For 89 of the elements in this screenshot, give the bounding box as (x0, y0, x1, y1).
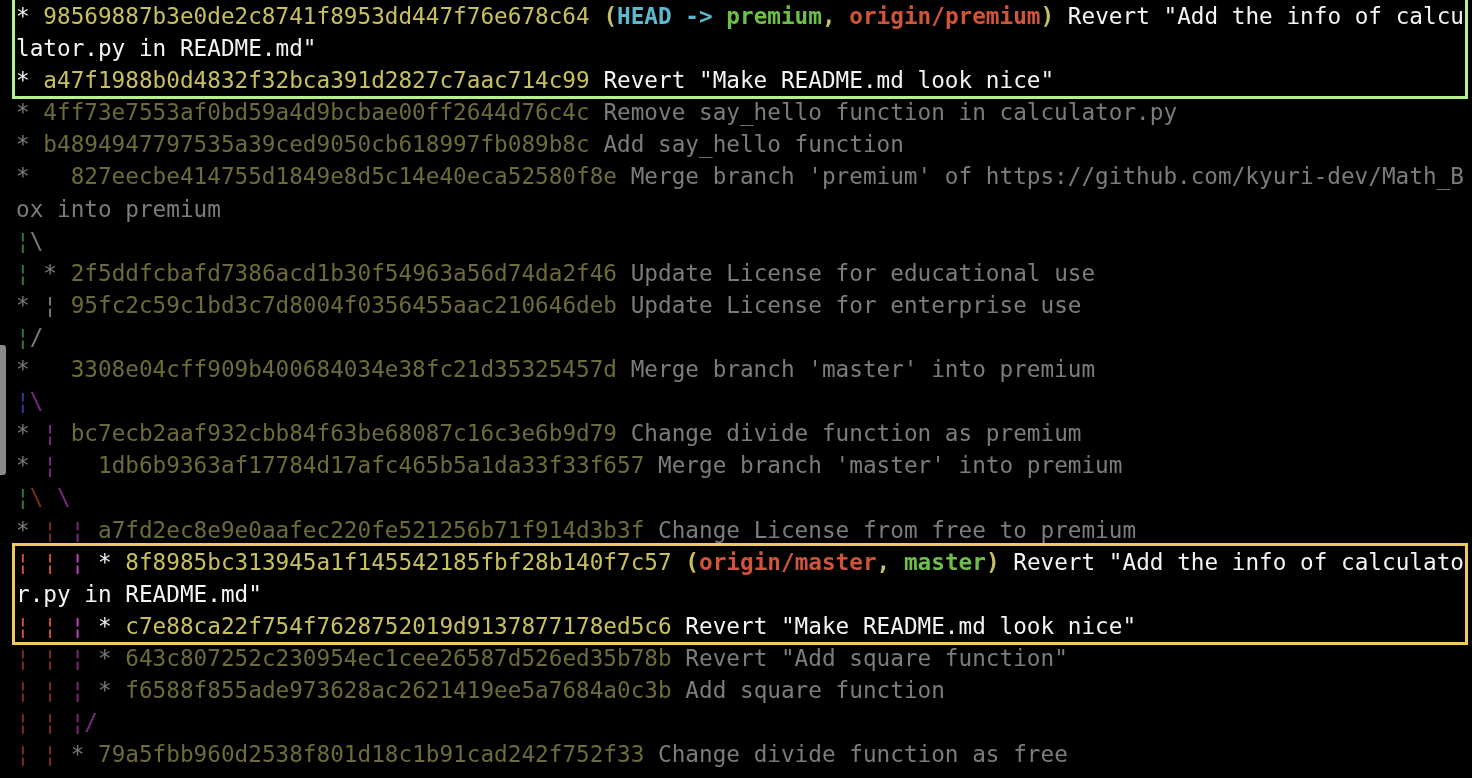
commit-hash: b4894947797535a39ced9050cb618997fb089b8c (43, 131, 590, 158)
commit-message: Update License for enterprise use (630, 291, 1082, 318)
graph-line: * (43, 259, 58, 286)
commit-hash: 1db6b9363af17784d17afc465b5a1da33f33f657 (97, 452, 645, 479)
graph-line: * (97, 612, 113, 639)
commit-hash: 643c807252c230954ec1cee26587d526ed35b78b (125, 644, 672, 671)
branch-ref: ( (685, 548, 699, 575)
branch-ref: ) (985, 548, 1000, 575)
branch-ref: HEAD -> (617, 3, 714, 29)
graph-line: ¦ (16, 388, 30, 415)
graph-line: ¦ (43, 516, 58, 543)
commit-hash: a7fd2ec8e9e0aafec220fe521256b71f914d3b3f (98, 516, 645, 543)
branch-ref: , (876, 548, 892, 575)
graph-line: ¦ (70, 644, 86, 671)
commit-message: Revert "Add square function" (685, 644, 1068, 671)
commit-hash: 98569887b3e0de2c8741f8953dd447f76e678c64 (43, 3, 590, 29)
graph-line: \ (29, 227, 44, 254)
commit-hash: 79a5fbb960d2538f801d18c1b91cad242f752f33 (97, 741, 645, 768)
graph-line: * (16, 67, 31, 94)
graph-line: ¦ (16, 227, 30, 254)
commit-message: Change divide function as free (658, 741, 1068, 768)
commit-hash: 2f5ddfcbafd7386acd1b30f54963a56d74da2f46 (70, 259, 618, 286)
graph-line: * (16, 452, 31, 479)
graph-line: * (97, 644, 113, 671)
commit-message: Update License for educational use (630, 259, 1096, 286)
commit-message: Change License from free to premium (658, 516, 1137, 543)
commit-message: Merge branch 'master' into premium (630, 356, 1096, 383)
commit-message: Merge branch 'master' into premium (658, 452, 1123, 479)
branch-ref: premium (726, 3, 822, 29)
branch-ref: master (903, 548, 986, 575)
graph-line: ¦ (16, 323, 30, 350)
scroll-bar[interactable] (0, 345, 6, 475)
graph-line: ¦/ (70, 709, 98, 736)
graph-line: ¦ (16, 484, 30, 511)
graph-line: ¦ (70, 548, 86, 575)
branch-ref: origin/master (699, 548, 877, 575)
graph-line: * (97, 548, 113, 575)
commit-hash: 3308e04cff909b400684034e38fc21d35325457d (70, 356, 617, 383)
graph-line: / (29, 323, 44, 350)
commit-hash: 827eecbe414755d1849e8d5c14e40eca52580f8e (70, 163, 617, 190)
graph-line: ¦ ¦ (16, 644, 58, 671)
commit-hash: 95fc2c59c1bd3c7d8004f0356455aac210646deb (70, 291, 618, 318)
graph-line: * (70, 741, 86, 768)
graph-line: * (16, 99, 31, 126)
branch-ref: origin/premium (849, 3, 1041, 29)
commit-message: lator.py in README.md" (16, 35, 317, 62)
graph-line: ¦ (43, 420, 58, 447)
commit-hash: bc7ecb2aaf932cbb84f63be68087c16c3e6b9d79 (70, 420, 618, 447)
commit-message: Revert "Add the info of calcu (1067, 3, 1464, 29)
commit-hash: f6588f855ade973628ac2621419ee5a7684a0c3b (125, 676, 672, 703)
commit-message: Revert "Make README.md look nice" (685, 612, 1137, 639)
graph-line: ¦ (70, 612, 86, 639)
commit-hash: a47f1988b0d4832f32bca391d2827c7aac714c99 (43, 67, 590, 94)
graph-line: \ (29, 388, 44, 415)
graph-line: * (16, 420, 31, 447)
graph-line: ¦ (43, 291, 58, 318)
graph-line: * (97, 676, 113, 703)
commit-message: Change divide function as premium (630, 420, 1082, 447)
graph-line: * (16, 516, 31, 543)
commit-message: Remove say_hello function in calculator.py (603, 99, 1178, 126)
commit-message: Merge branch 'premium' of https://github.com/kyuri-dev/Math_B (630, 163, 1464, 190)
commit-hash: 4ff73e7553af0bd59a4d9bcbae00ff2644d76c4c (43, 99, 590, 126)
graph-line: * (16, 356, 31, 383)
graph-line: ¦ (43, 452, 58, 479)
graph-line: * (16, 131, 31, 158)
commit-message: Add square function (685, 676, 945, 703)
branch-ref: ) (1040, 3, 1055, 29)
graph-line: ¦ ¦ (16, 709, 58, 736)
commit-hash: c7e88ca22f754f7628752019d9137877178ed5c6 (125, 612, 672, 639)
graph-line: ¦ ¦ (16, 676, 58, 703)
branch-ref: ( (603, 3, 618, 29)
graph-line: \ (29, 484, 44, 511)
graph-line: * (16, 3, 31, 29)
commit-message: Revert "Add the info of calculato (1013, 548, 1464, 575)
graph-line: * (16, 291, 31, 318)
branch-ref: , (821, 3, 837, 29)
graph-line: * (16, 163, 31, 190)
commit-hash: 8f8985bc313945a1f145542185fbf28b140f7c57 (125, 548, 672, 575)
graph-line: ¦ (70, 676, 86, 703)
commit-message: ox into premium (16, 195, 221, 222)
commit-message: Revert "Make README.md look nice" (603, 67, 1055, 94)
commit-message: r.py in README.md" (16, 580, 262, 607)
graph-line: ¦ ¦ (16, 548, 58, 575)
graph-line: ¦ (16, 259, 31, 286)
graph-line: ¦ ¦ (16, 741, 58, 768)
graph-line: ¦ (70, 516, 86, 543)
commit-message: Add say_hello function (603, 131, 904, 158)
graph-line: \ (56, 484, 71, 511)
graph-line: ¦ ¦ (16, 612, 58, 639)
